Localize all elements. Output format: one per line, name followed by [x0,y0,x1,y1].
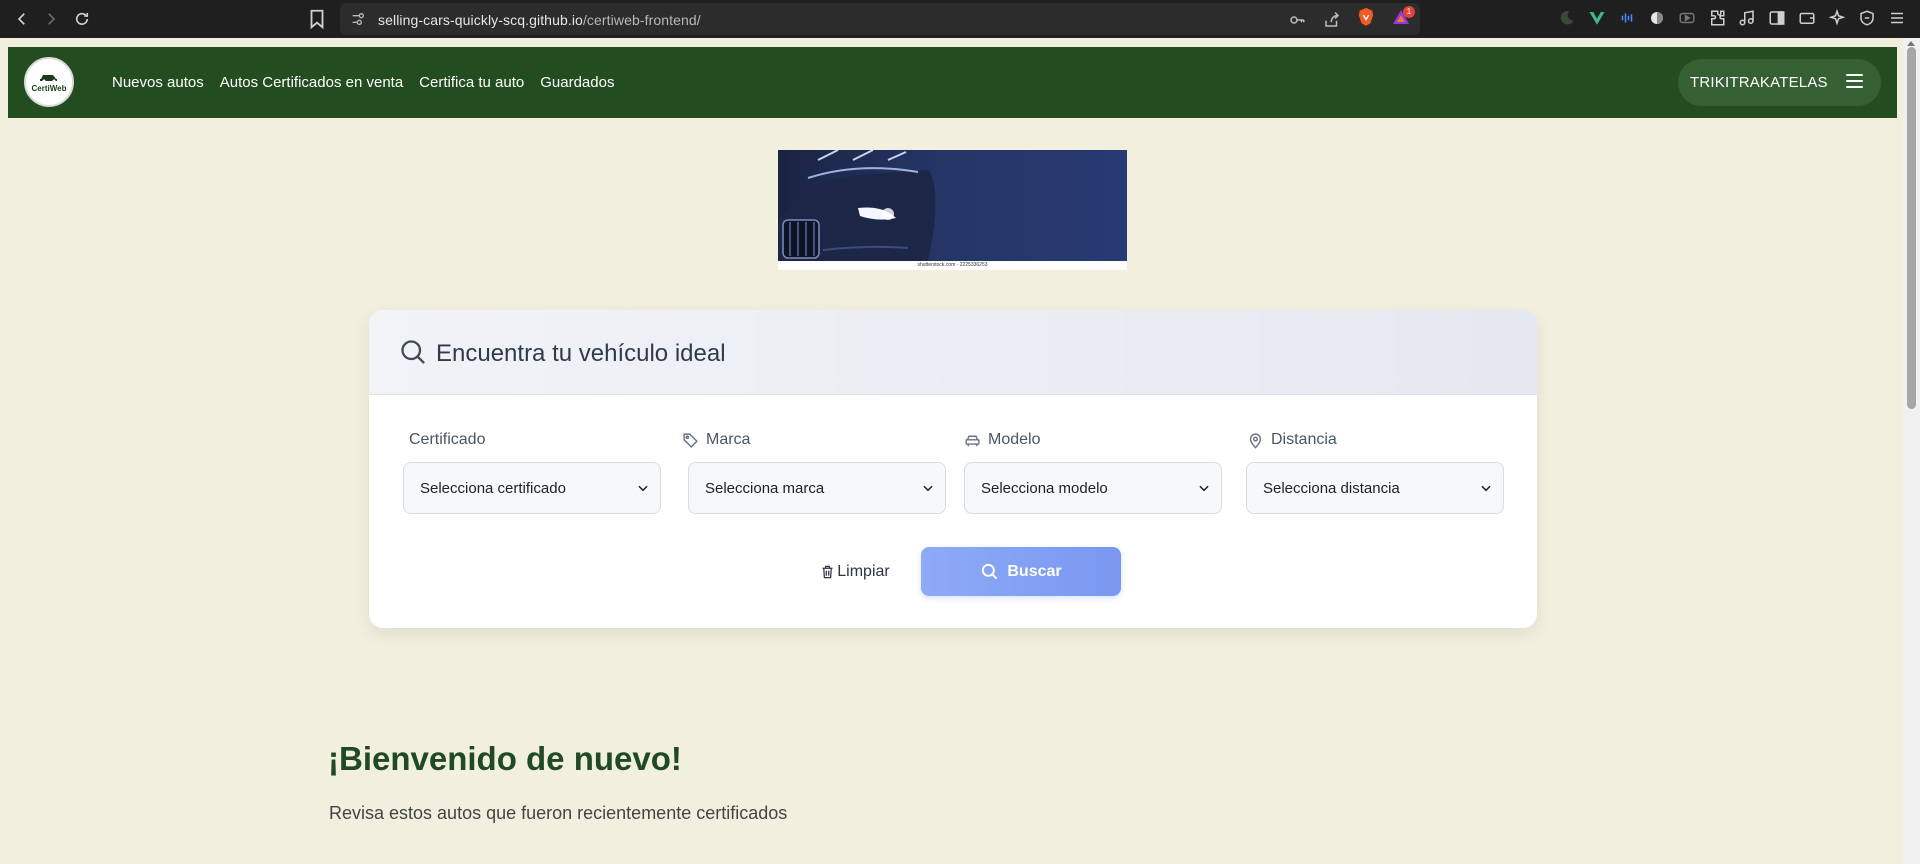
extension-youtube-icon[interactable] [1678,9,1696,27]
clear-filters-button[interactable]: Limpiar [809,548,901,596]
rewards-badge: 1 [1403,6,1415,18]
extensions-puzzle-icon[interactable] [1708,9,1726,27]
address-bar[interactable]: selling-cars-quickly-scq.github.io/certi… [340,3,1420,35]
search-button[interactable]: Buscar [921,547,1121,596]
extension-moon-icon[interactable] [1558,9,1576,27]
extension-vue-icon[interactable] [1588,9,1606,27]
banner-caption: shutterstock.com · 2225336253 [917,262,988,268]
brave-shields-icon[interactable] [1357,7,1375,27]
welcome-subtitle: Revisa estos autos que fueron recienteme… [329,803,788,823]
search-icon [982,563,998,580]
share-icon[interactable] [1323,11,1341,29]
nav-link-nuevos-autos[interactable]: Nuevos autos [112,74,204,91]
forward-button[interactable] [38,6,64,32]
main-nav: Nuevos autos Autos Certificados en venta… [112,74,614,91]
page-scrollbar[interactable] [1903,38,1920,864]
logo-text: CertiWeb [31,84,67,93]
hero-banner: shutterstock.com · 2225336253 [778,150,1127,270]
music-icon[interactable] [1738,9,1756,27]
car-icon [965,435,980,446]
filter-label-marca: Marca [682,429,940,451]
chevron-down-icon [638,485,648,492]
certificado-select[interactable]: Selecciona certificado [403,462,661,514]
leo-ai-icon[interactable] [1828,8,1846,27]
filter-distancia: Distancia Selecciona distancia [1246,429,1505,514]
hamburger-icon [1846,74,1863,89]
nav-link-autos-certificados[interactable]: Autos Certificados en venta [220,74,403,91]
search-icon [401,340,425,364]
chevron-down-icon [923,485,933,492]
clear-label: Limpiar [837,563,890,580]
user-menu-button[interactable]: TRIKITRAKATELAS [1678,59,1881,106]
vpn-shield-icon[interactable] [1858,9,1876,27]
sidebar-icon[interactable] [1768,9,1786,27]
scroll-thumb[interactable] [1907,47,1916,409]
certiweb-logo[interactable]: CertiWeb [24,57,74,107]
welcome-title: ¡Bienvenido de nuevo! [328,740,682,777]
nav-link-certifica-tu-auto[interactable]: Certifica tu auto [419,74,524,91]
site-header: CertiWeb Nuevos autos Autos Certificados… [8,47,1897,118]
filter-marca: Marca Selecciona marca [682,429,946,514]
filter-certificado: Certificado Selecciona certificado [403,429,667,514]
filter-label-distancia: Distancia [1247,429,1505,451]
nav-link-guardados[interactable]: Guardados [540,74,614,91]
back-button[interactable] [9,6,35,32]
marca-select[interactable]: Selecciona marca [688,462,946,514]
user-name: TRIKITRAKATELAS [1690,74,1828,91]
extension-voice-icon[interactable] [1618,9,1636,27]
wallet-icon[interactable] [1798,9,1816,27]
extension-circle-icon[interactable] [1648,9,1666,27]
url-text: selling-cars-quickly-scq.github.io/certi… [378,12,701,28]
distancia-select[interactable]: Selecciona distancia [1246,462,1504,514]
search-card-title: Encuentra tu vehículo ideal [436,340,726,367]
browser-toolbar: selling-cars-quickly-scq.github.io/certi… [0,0,1920,38]
trash-icon [822,565,833,579]
tag-icon [683,432,698,448]
scroll-up-arrow[interactable] [1907,41,1915,46]
filter-label-certificado: Certificado [409,431,486,448]
key-icon[interactable] [1288,11,1306,29]
logo-car-icon [40,75,57,83]
site-info-icon[interactable] [350,11,366,27]
bookmark-icon[interactable] [306,8,328,30]
location-pin-icon [1249,432,1262,449]
banner-car-image [778,150,1127,261]
browser-menu-icon[interactable] [1888,9,1906,27]
vehicle-search-card: Encuentra tu vehículo ideal Certificado … [369,310,1537,628]
reload-button[interactable] [69,6,95,32]
search-label: Buscar [1007,562,1062,580]
filter-label-modelo: Modelo [964,429,1222,451]
modelo-select[interactable]: Selecciona modelo [964,462,1222,514]
chevron-down-icon [1481,485,1491,492]
chevron-down-icon [1199,485,1209,492]
filter-modelo: Modelo Selecciona modelo [964,429,1222,514]
search-card-header: Encuentra tu vehículo ideal [369,310,1537,395]
